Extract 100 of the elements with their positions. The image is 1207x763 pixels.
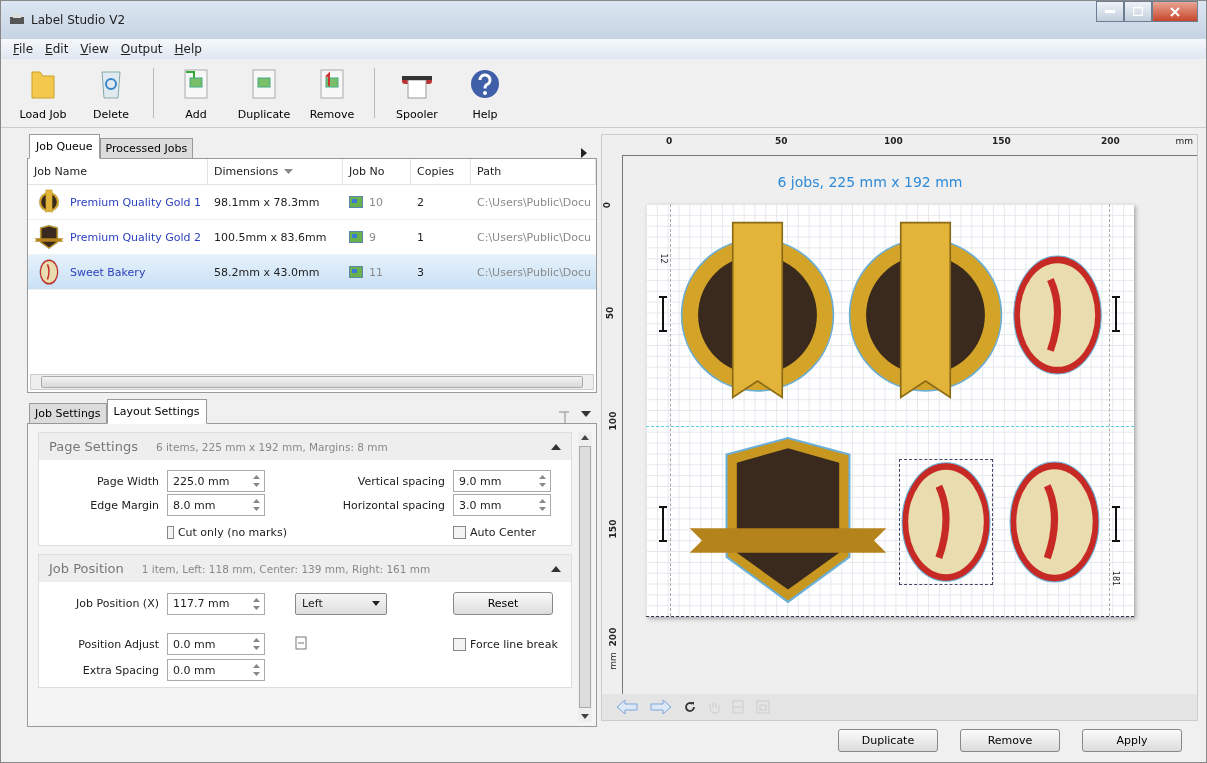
action-button[interactable]: Duplicate xyxy=(838,729,938,752)
spin-field[interactable]: 8.0 mm xyxy=(167,494,265,516)
menu-item[interactable]: Edit xyxy=(41,41,73,57)
reset-button[interactable]: Reset xyxy=(453,592,553,615)
window-title: Label Studio V2 xyxy=(31,13,127,27)
close-icon xyxy=(1170,6,1180,17)
horizontal-scrollbar[interactable] xyxy=(30,374,594,390)
table-cell: 11 xyxy=(369,265,383,279)
ruler-label: 150 xyxy=(608,519,619,539)
minimize-icon xyxy=(1105,9,1115,14)
field-label: Position Adjust xyxy=(77,637,159,651)
table-cell: 100.5mm x 83.6mm xyxy=(214,230,327,244)
field-label: Job Position (X) xyxy=(74,597,159,610)
spin-field[interactable]: 225.0 mm xyxy=(167,470,265,492)
ruler-label: 200 xyxy=(608,627,619,647)
ruler-unit: mm xyxy=(607,652,618,670)
spin-arrows-icon[interactable] xyxy=(252,636,261,652)
sort-arrow-icon xyxy=(284,169,294,174)
crop-mark-icon xyxy=(1112,296,1120,332)
vertical-scrollbar[interactable] xyxy=(578,432,592,722)
toolbar-button[interactable]: Spooler xyxy=(385,63,449,123)
toolbar-button[interactable]: Add xyxy=(164,63,228,123)
ruler-label: 50 xyxy=(775,136,788,146)
spin-field[interactable]: 3.0 mm xyxy=(453,494,551,516)
bakery-label-drawing[interactable] xyxy=(1010,254,1105,376)
collapse-arrow-icon[interactable] xyxy=(551,565,561,572)
table-cell: C:\Users\Public\Docu xyxy=(477,265,592,279)
table-cell: 3 xyxy=(417,265,424,279)
table-cell: 2 xyxy=(417,195,424,209)
checkbox[interactable]: Force line break xyxy=(453,637,563,651)
tab[interactable]: Job Queue xyxy=(29,134,100,159)
table-cell: C:\Users\Public\Docu xyxy=(477,230,592,244)
image-icon xyxy=(349,231,363,243)
field-label: Vertical spacing xyxy=(356,474,445,488)
spin-field[interactable]: 0.0 mm xyxy=(167,633,265,655)
tab[interactable]: Job Settings xyxy=(29,403,107,424)
field-label: Extra Spacing xyxy=(81,663,159,677)
crop-mark-icon xyxy=(659,296,667,332)
spin-field[interactable]: 117.7 mm xyxy=(167,592,265,615)
spin-arrows-icon[interactable] xyxy=(538,497,547,513)
minimize-button[interactable] xyxy=(1096,1,1124,22)
crop-mark-icon xyxy=(659,506,667,542)
menu-item[interactable]: File xyxy=(9,41,38,57)
spin-arrows-icon[interactable] xyxy=(252,662,261,678)
refresh-icon[interactable] xyxy=(684,701,696,713)
close-button[interactable] xyxy=(1152,1,1198,22)
table-cell: 58.2mm x 43.0mm xyxy=(214,265,320,279)
ruler-label: 0 xyxy=(602,201,613,209)
spin-arrows-icon[interactable] xyxy=(252,595,261,612)
ruler-label: 50 xyxy=(605,306,616,320)
spin-field[interactable]: 0.0 mm xyxy=(167,659,265,681)
shield-label-drawing xyxy=(34,224,64,250)
expand-arrow-icon[interactable] xyxy=(581,148,587,158)
ruler-label: 200 xyxy=(1101,136,1120,146)
image-icon xyxy=(349,196,363,208)
field-label: Horizontal spacing xyxy=(341,498,445,512)
checkbox[interactable]: Auto Center xyxy=(453,526,563,539)
layout-summary: 6 jobs, 225 mm x 192 mm xyxy=(777,174,963,190)
tab[interactable]: Processed Jobs xyxy=(99,138,194,159)
image-icon xyxy=(349,266,363,278)
sheet-mark: 181 xyxy=(1111,570,1121,587)
tab[interactable]: Layout Settings xyxy=(106,399,207,424)
toolbar-button[interactable]: Help xyxy=(453,63,517,123)
table-cell: 98.1mm x 78.3mm xyxy=(214,195,320,209)
toolbar-button[interactable]: Remove xyxy=(300,63,364,123)
toolbar-button[interactable]: Load Job xyxy=(11,63,75,123)
maximize-icon xyxy=(1133,7,1143,16)
field-label: Page Width xyxy=(95,474,159,488)
caret-icon xyxy=(372,601,380,606)
dropdown-arrow-icon[interactable] xyxy=(581,411,591,417)
menu-item[interactable]: Help xyxy=(170,41,206,57)
section-header[interactable]: Page Settings 6 items, 225 mm x 192 mm, Margins: 8 mm xyxy=(39,433,571,460)
job-name-cell[interactable]: Sweet Bakery xyxy=(28,255,208,290)
ruler-label: 150 xyxy=(992,136,1011,146)
maximize-button[interactable] xyxy=(1124,1,1152,22)
spin-arrows-icon[interactable] xyxy=(252,473,261,489)
table-cell: 1 xyxy=(417,230,424,244)
field-label: Edge Margin xyxy=(89,498,159,512)
checkbox[interactable]: Cut only (no marks) xyxy=(167,526,287,539)
table-cell: 9 xyxy=(369,230,376,244)
toolbar-button[interactable]: Delete xyxy=(79,63,143,123)
action-button[interactable]: Remove xyxy=(960,729,1060,752)
spin-field[interactable]: 9.0 mm xyxy=(453,470,551,492)
ruler-label: 100 xyxy=(884,136,903,146)
spin-arrows-icon[interactable] xyxy=(252,497,261,513)
ruler-label: 0 xyxy=(666,136,673,146)
sheet-mark: 12 xyxy=(658,253,668,264)
fit-page-icon[interactable] xyxy=(295,635,307,650)
bakery-label-drawing[interactable] xyxy=(900,460,992,584)
bakery-label-drawing[interactable] xyxy=(1008,460,1101,584)
toolbar-button[interactable]: Duplicate xyxy=(232,63,296,123)
action-button[interactable]: Apply xyxy=(1082,729,1182,752)
table-cell: 10 xyxy=(369,195,383,209)
menu-item[interactable]: View xyxy=(76,41,113,57)
spin-arrows-icon[interactable] xyxy=(538,473,547,489)
menu-item[interactable]: Output xyxy=(116,41,167,57)
collapse-arrow-icon[interactable] xyxy=(551,443,561,450)
section-header[interactable]: Job Position 1 item, Left: 118 mm, Center: 139 mm, Right: 161 mm xyxy=(39,555,571,582)
alignment-dropdown[interactable]: Left xyxy=(295,592,387,615)
table-cell: C:\Users\Public\Docu xyxy=(477,195,592,209)
